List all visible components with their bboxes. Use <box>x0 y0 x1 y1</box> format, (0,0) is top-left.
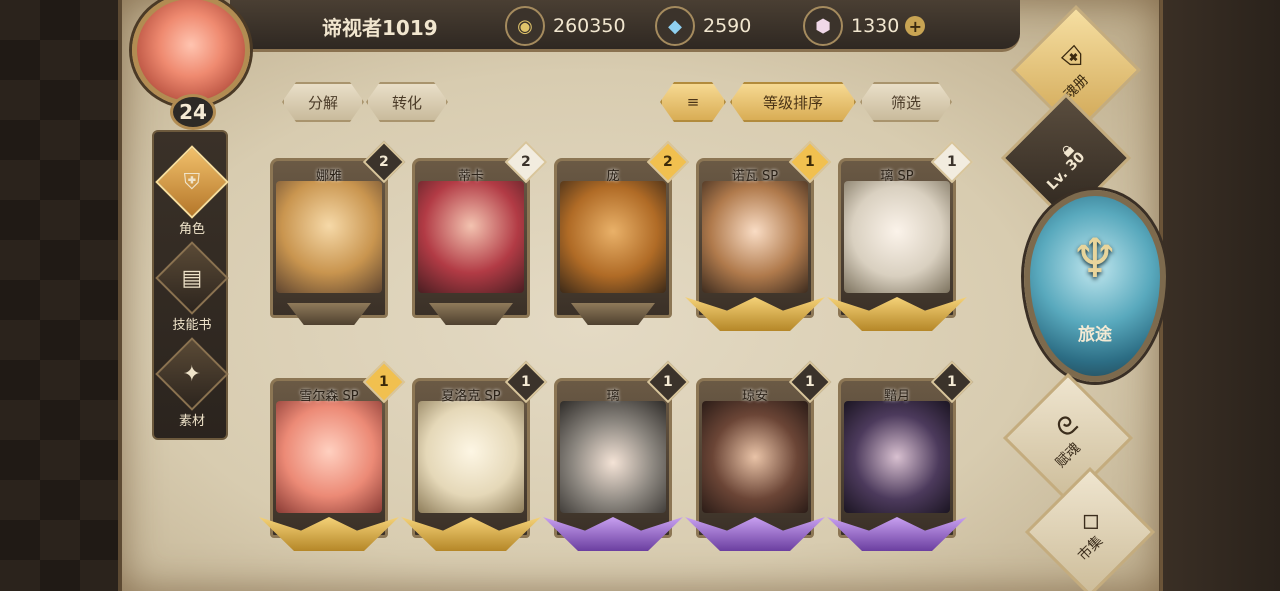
soul-gift-button[interactable]: ᘓ 赋魂 <box>1002 372 1134 504</box>
book-icon: ▤ <box>181 265 203 291</box>
helmet-icon: ⛨ <box>183 169 201 195</box>
convert-button[interactable]: 转化 <box>366 82 448 122</box>
hero-card[interactable]: 夏洛克 SP 1 <box>401 360 548 551</box>
material-icon: ✦ <box>182 361 202 387</box>
side-item-character[interactable]: ⛨ 角色 <box>154 145 230 237</box>
hero-portrait <box>276 401 382 513</box>
hero-portrait <box>276 181 382 293</box>
trident-icon: ♆ <box>1070 227 1120 290</box>
sort-direction-button[interactable]: ≡ <box>660 82 726 122</box>
player-name: 谛视者1019 <box>322 16 438 40</box>
soul-gift-label: 赋魂 <box>1053 439 1085 471</box>
hero-card[interactable]: 璃 1 <box>543 360 690 551</box>
avatar[interactable] <box>132 0 250 106</box>
side-item-label: 素材 <box>178 414 205 429</box>
side-item-skill-book[interactable]: ▤ 技能书 <box>154 241 230 333</box>
hero-portrait <box>418 401 524 513</box>
side-item-label: 角色 <box>178 222 205 237</box>
decompose-button[interactable]: 分解 <box>282 82 364 122</box>
add-gem-button[interactable]: + <box>905 16 926 36</box>
right-frame <box>1160 0 1280 591</box>
hero-portrait <box>844 181 950 293</box>
hero-portrait <box>702 401 808 513</box>
gem-currency: ⬢ 1330 + <box>803 6 926 46</box>
side-item-material[interactable]: ✦ 素材 <box>154 337 230 429</box>
hero-card[interactable]: 黯月 1 <box>827 360 974 551</box>
market-button[interactable]: ◇ 市集 <box>1024 466 1156 591</box>
locked-menu-button[interactable]: 🔒︎ Lv. 30 <box>1000 92 1132 224</box>
hero-card[interactable]: 庞 2 <box>554 140 690 325</box>
journey-label: 旅途 <box>1078 325 1112 345</box>
sort-order-button[interactable]: 等级排序 <box>730 82 856 122</box>
hero-portrait <box>702 181 808 293</box>
side-nav: ⛨ 角色 ▤ 技能书 ✦ 素材 <box>152 130 230 440</box>
hero-card[interactable]: 雪尔森 SP 1 <box>259 360 406 551</box>
hero-card[interactable]: 蒂卡 2 <box>412 140 548 325</box>
filter-button[interactable]: 筛选 <box>860 82 952 122</box>
market-label: 市集 <box>1075 533 1107 565</box>
gold-coin-icon: ◉ <box>505 6 545 46</box>
hero-portrait <box>560 401 666 513</box>
hero-card[interactable]: 琼安 1 <box>685 360 832 551</box>
gold-currency: ◉ 260350 <box>505 6 626 46</box>
hero-portrait <box>418 181 524 293</box>
prism-gem-icon: ⬢ <box>803 6 843 46</box>
player-level-badge: 24 <box>170 94 216 130</box>
hero-portrait <box>844 401 950 513</box>
blue-crystal-icon: ◆ <box>655 6 695 46</box>
hero-card[interactable]: 娜雅 2 <box>270 140 406 325</box>
player-avatar-frame[interactable]: 24 <box>118 0 268 135</box>
sort-icon: ≡ <box>686 93 700 111</box>
crystal-value: 2590 <box>703 15 752 37</box>
hero-card[interactable]: 诺瓦 SP 1 <box>685 140 832 331</box>
gem-value: 1330 <box>851 15 900 37</box>
gold-value: 260350 <box>553 15 626 37</box>
crystal-currency: ◆ 2590 <box>655 6 751 46</box>
hero-portrait <box>560 181 666 293</box>
side-item-label: 技能书 <box>172 318 212 333</box>
hero-card[interactable]: 璃 SP 1 <box>827 140 974 331</box>
